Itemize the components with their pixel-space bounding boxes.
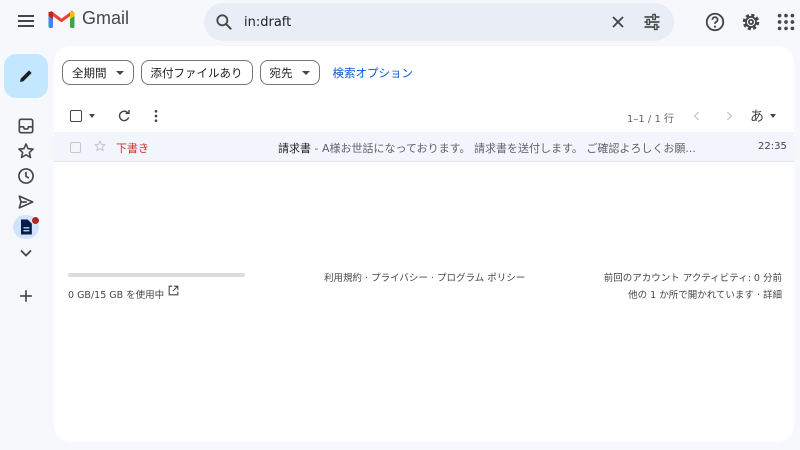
chevron-down-icon[interactable] [16,243,36,263]
footer-links: 利用規約 · プライバシー · プログラム ポリシー [324,270,525,284]
star-icon[interactable] [93,139,107,153]
top-header: Gmail [0,0,800,44]
chip-attachment-label: 添付ファイルあり [150,65,243,80]
inbox-icon[interactable] [16,116,36,136]
chevron-left-icon[interactable] [690,109,704,123]
search-icon[interactable] [214,12,234,32]
gmail-m-icon [48,10,75,28]
row-snippet: - A様お世話になっております。 請求書を送付します。 ご確認よろしくお願... [311,142,696,155]
notification-dot [32,217,39,224]
row-sender-draft: 下書き [116,142,149,155]
pencil-icon [20,70,32,82]
privacy-link[interactable]: プライバシー [371,273,428,284]
list-toolbar: 1–1 / 1 行 あ [54,102,794,132]
select-menu-caret-icon[interactable] [89,114,95,118]
terms-link[interactable]: 利用規約 [324,273,362,284]
close-icon[interactable] [608,12,628,32]
chip-to[interactable]: 宛先 [259,60,320,85]
footer-sep: · [753,290,763,301]
compose-button[interactable] [4,54,48,98]
storage-usage-text: 0 GB/15 GB を使用中 [68,290,165,301]
star-icon[interactable] [16,141,36,161]
chip-to-label: 宛先 [269,65,293,80]
clock-icon[interactable] [16,166,36,186]
footer-sep: · [427,273,437,284]
program-policy-link[interactable]: プログラム ポリシー [437,273,525,284]
chevron-right-icon[interactable] [722,109,736,123]
more-vert-icon[interactable] [150,108,162,124]
refresh-icon[interactable] [116,108,132,124]
advanced-search-link[interactable]: 検索オプション [333,65,414,81]
tune-icon[interactable] [642,12,662,32]
chevron-down-icon [770,114,776,118]
pagination-text: 1–1 / 1 行 [627,114,674,125]
chevron-down-icon [115,70,124,75]
footer-sep: · [362,273,372,284]
apps-grid-icon[interactable] [775,11,797,33]
gear-icon[interactable] [740,11,762,33]
send-icon[interactable] [16,192,36,212]
select-all-checkbox[interactable] [70,110,82,122]
last-activity-text: 前回のアカウント アクティビティ: 0 分前 [603,273,782,284]
main-panel: 全期間 添付ファイルあり 宛先 検索オプション 1–1 / 1 行 あ 下書き … [54,46,794,442]
row-time: 22:35 [758,141,787,152]
gmail-logo[interactable]: Gmail [48,8,129,29]
input-tools-button[interactable]: あ [750,106,776,126]
chip-period[interactable]: 全期間 [62,60,134,85]
chevron-down-icon [301,70,310,75]
input-tools-label: あ [750,109,764,125]
details-link[interactable]: 詳細 [763,290,782,301]
chip-period-label: 全期間 [72,65,107,80]
search-input[interactable] [244,12,584,32]
plus-icon[interactable] [16,286,36,306]
row-checkbox[interactable] [70,142,81,153]
activity-detail: 他の 1 か所で開かれています · 詳細 [628,287,782,301]
search-filter-chips: 全期間 添付ファイルあり 宛先 検索オプション [62,60,413,85]
other-location-text: 他の 1 か所で開かれています [628,290,754,301]
open-external-icon[interactable] [167,284,180,297]
row-subject-snippet: 請求書 - A様お世話になっております。 請求書を送付します。 ご確認よろしくお… [278,140,708,156]
row-subject: 請求書 [278,142,311,155]
app-name: Gmail [82,8,130,28]
menu-icon[interactable] [14,10,38,34]
help-icon[interactable] [704,11,726,33]
search-bar [204,3,674,41]
storage-meter [68,273,245,277]
email-row[interactable]: 下書き 請求書 - A様お世話になっております。 請求書を送付します。 ご確認よ… [54,132,794,162]
chip-has-attachment[interactable]: 添付ファイルあり [140,60,253,85]
